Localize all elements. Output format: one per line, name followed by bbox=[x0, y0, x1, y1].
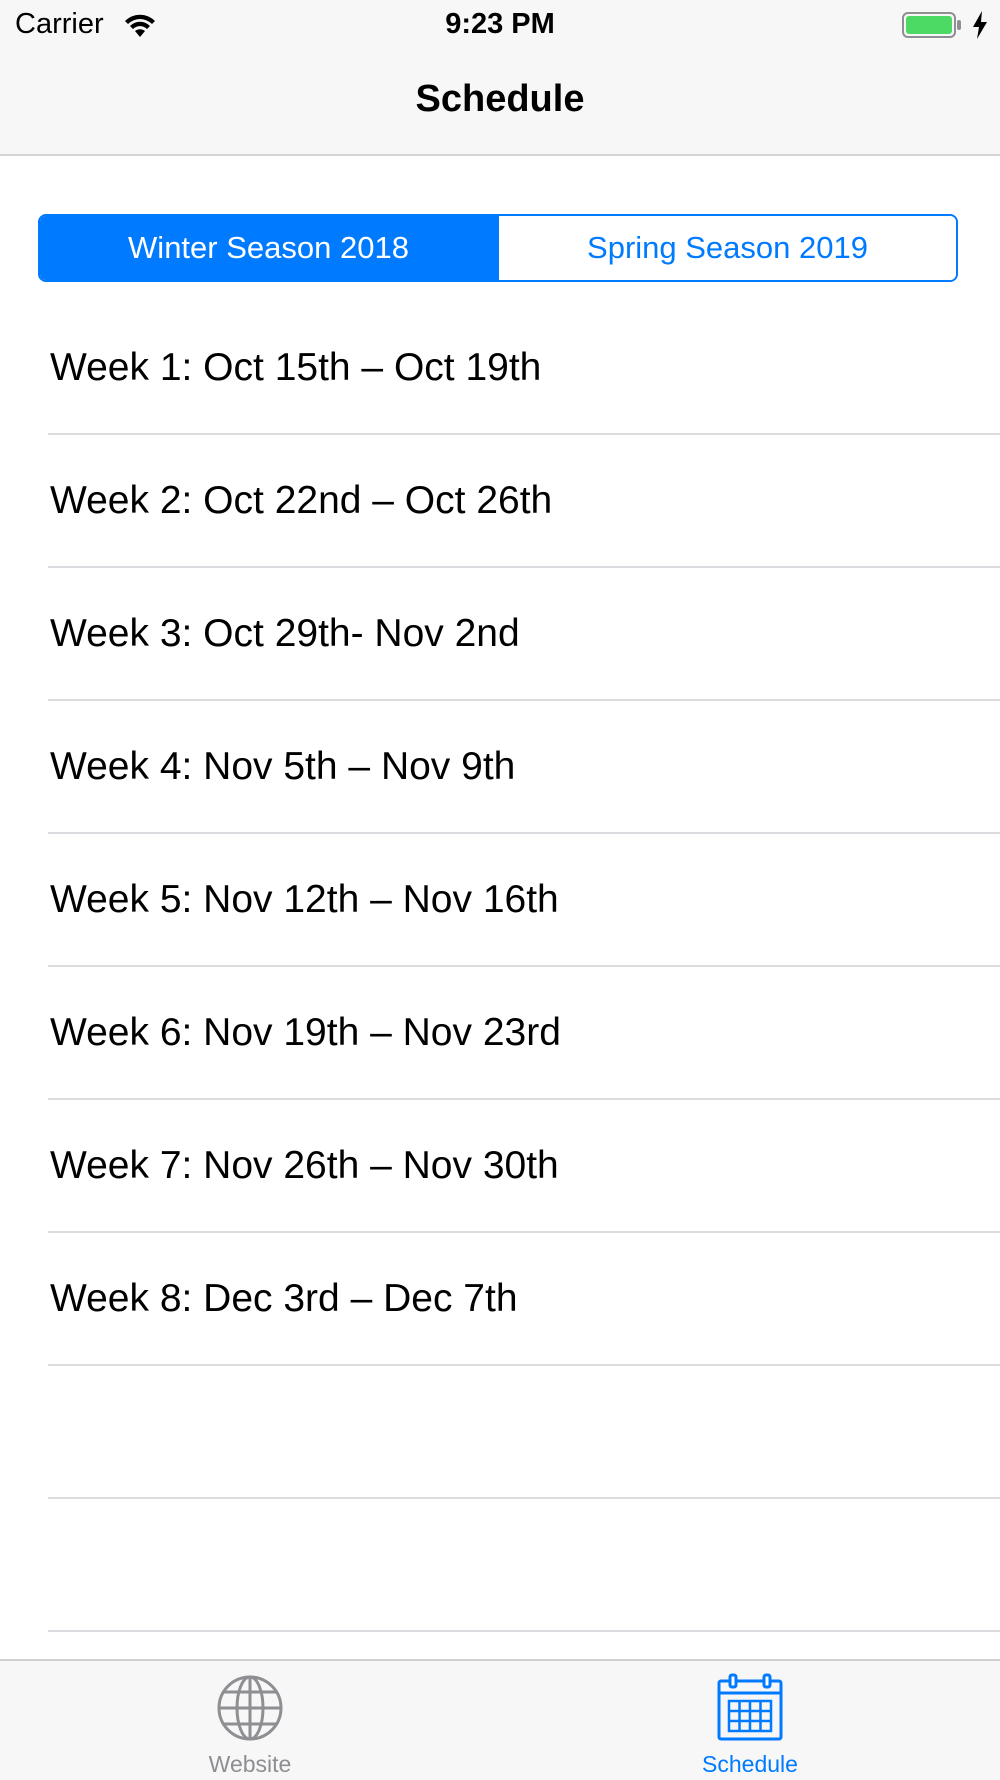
empty-row bbox=[48, 1499, 1000, 1632]
week-label: Week 1: Oct 15th – Oct 19th bbox=[50, 346, 542, 389]
season-segmented-control[interactable]: Winter Season 2018 Spring Season 2019 bbox=[38, 214, 958, 282]
list-item[interactable]: Week 2: Oct 22nd – Oct 26th bbox=[48, 435, 1000, 568]
tab-label: Schedule bbox=[702, 1751, 798, 1777]
list-item[interactable]: Week 6: Nov 19th – Nov 23rd bbox=[48, 967, 1000, 1100]
list-item[interactable]: Week 1: Oct 15th – Oct 19th bbox=[48, 302, 1000, 435]
tab-website[interactable]: Website bbox=[0, 1661, 500, 1780]
tab-bar: Website Schedule bbox=[0, 1659, 1000, 1780]
list-item[interactable]: Week 8: Dec 3rd – Dec 7th bbox=[48, 1233, 1000, 1366]
battery-icon bbox=[902, 12, 961, 38]
week-list: Week 1: Oct 15th – Oct 19th Week 2: Oct … bbox=[0, 302, 1000, 1632]
week-label: Week 2: Oct 22nd – Oct 26th bbox=[50, 479, 553, 522]
list-item[interactable]: Week 5: Nov 12th – Nov 16th bbox=[48, 834, 1000, 967]
list-item[interactable]: Week 3: Oct 29th- Nov 2nd bbox=[48, 568, 1000, 701]
week-label: Week 4: Nov 5th – Nov 9th bbox=[50, 745, 516, 788]
week-label: Week 5: Nov 12th – Nov 16th bbox=[50, 878, 559, 921]
navigation-bar: Schedule bbox=[0, 50, 1000, 156]
week-label: Week 6: Nov 19th – Nov 23rd bbox=[50, 1011, 561, 1054]
globe-icon bbox=[217, 1675, 283, 1741]
list-item[interactable]: Week 7: Nov 26th – Nov 30th bbox=[48, 1100, 1000, 1233]
segment-winter-season[interactable]: Winter Season 2018 bbox=[40, 216, 497, 280]
week-label: Week 7: Nov 26th – Nov 30th bbox=[50, 1144, 559, 1187]
empty-row bbox=[48, 1366, 1000, 1499]
calendar-icon bbox=[717, 1673, 783, 1741]
status-bar: Carrier 9:23 PM bbox=[0, 0, 1000, 50]
week-label: Week 3: Oct 29th- Nov 2nd bbox=[50, 612, 520, 655]
page-title: Schedule bbox=[415, 78, 585, 120]
week-label: Week 8: Dec 3rd – Dec 7th bbox=[50, 1277, 518, 1320]
status-time: 9:23 PM bbox=[445, 8, 555, 40]
charging-bolt-icon bbox=[973, 11, 987, 39]
segment-spring-season[interactable]: Spring Season 2019 bbox=[497, 216, 956, 280]
tab-label: Website bbox=[208, 1751, 292, 1777]
list-item[interactable]: Week 4: Nov 5th – Nov 9th bbox=[48, 701, 1000, 834]
tab-schedule[interactable]: Schedule bbox=[500, 1661, 1000, 1780]
